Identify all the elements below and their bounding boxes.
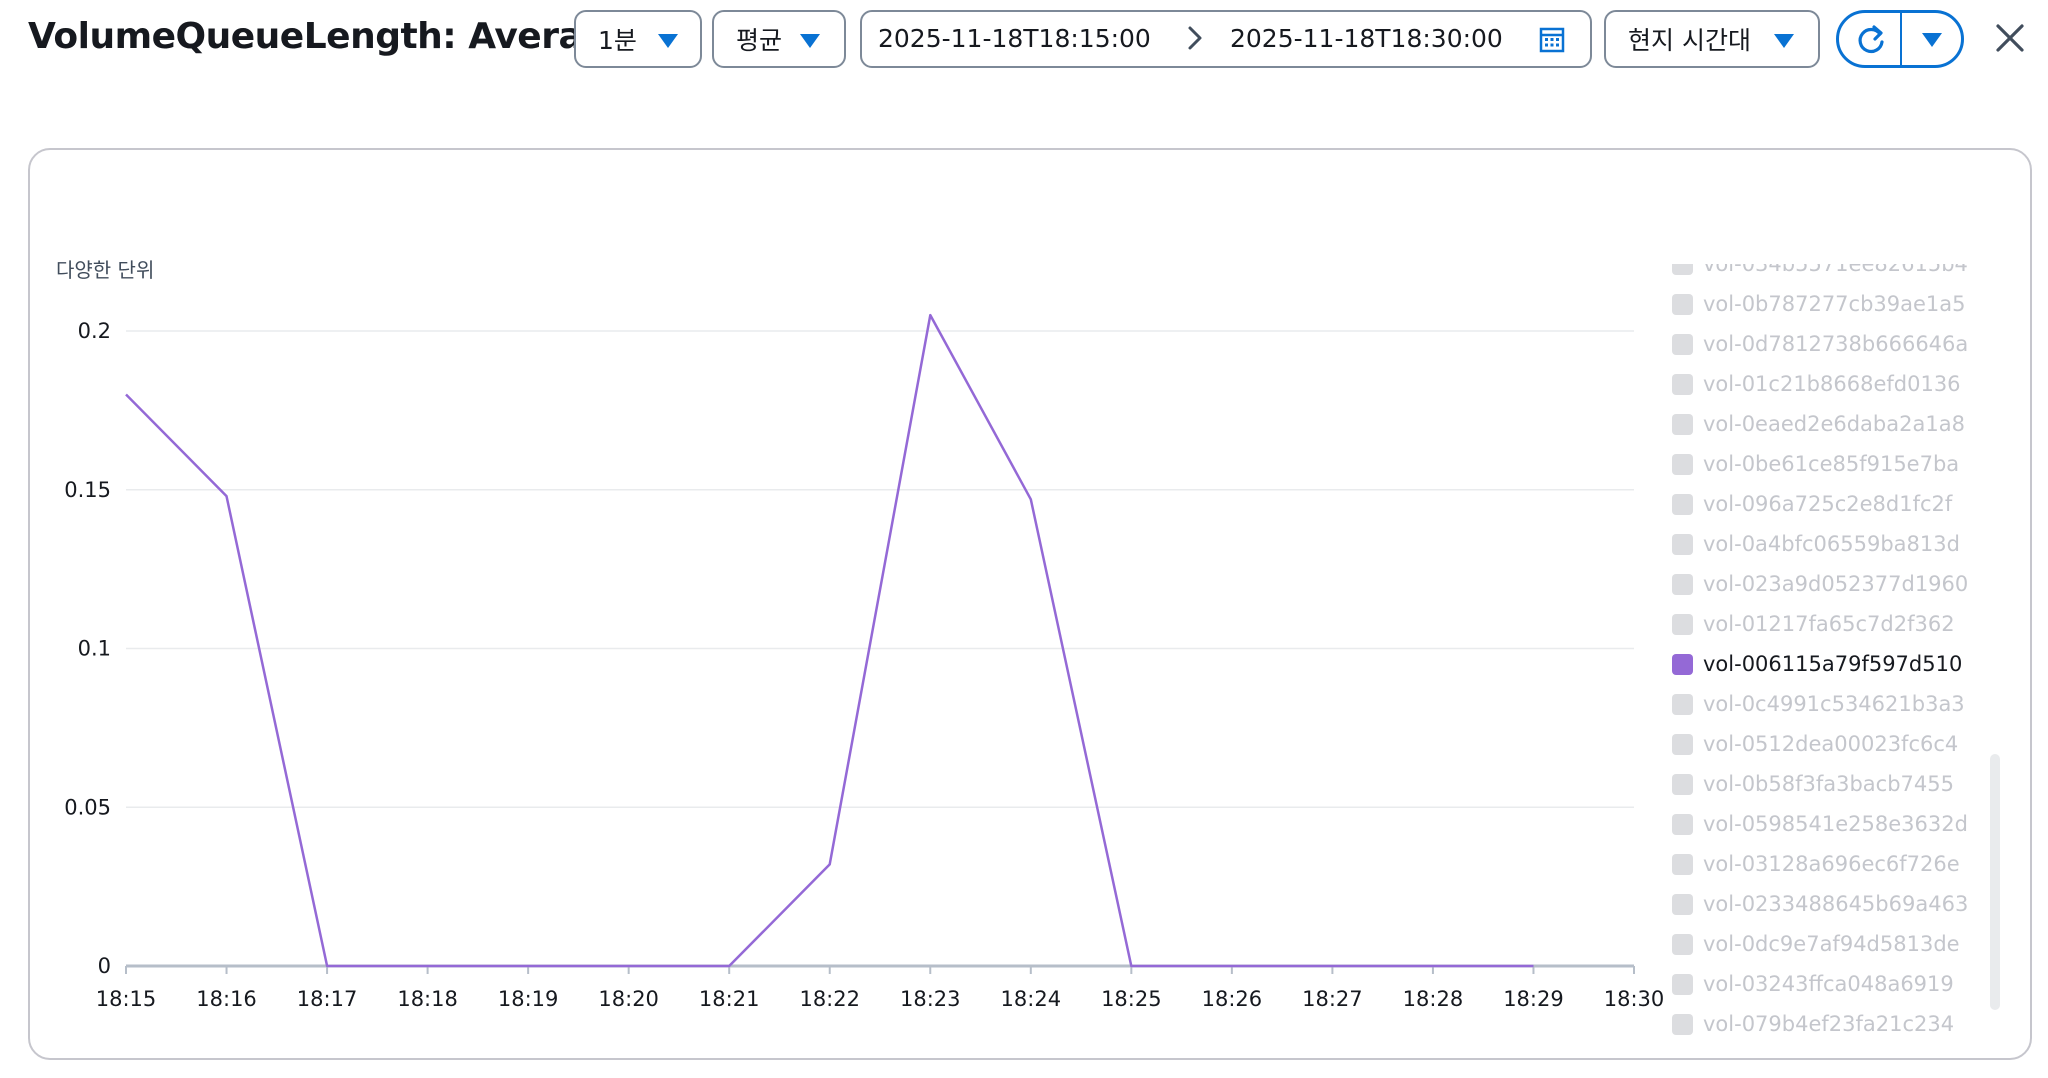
legend-label: vol-034b5571ee82615b4 <box>1703 264 1968 276</box>
legend-swatch <box>1672 453 1693 475</box>
legend-swatch <box>1672 653 1693 675</box>
legend-label: vol-01217fa65c7d2f362 <box>1703 612 1955 636</box>
legend-label: vol-0dc9e7af94d5813de <box>1703 932 1960 956</box>
legend-item[interactable]: vol-03128a696ec6f726e <box>1672 849 1960 879</box>
legend-item[interactable]: vol-034b5571ee82615b4 <box>1672 264 1968 279</box>
legend-item[interactable]: vol-0233488645b69a463 <box>1672 889 1968 919</box>
legend-label: vol-0b787277cb39ae1a5 <box>1703 292 1966 316</box>
x-tick-label: 18:16 <box>196 987 257 1011</box>
legend-swatch <box>1672 333 1693 355</box>
legend-item[interactable]: vol-006115a79f597d510 <box>1672 649 1962 679</box>
x-tick-label: 18:19 <box>498 987 559 1011</box>
legend-swatch <box>1672 973 1693 995</box>
legend-label: vol-0eaed2e6daba2a1a8 <box>1703 412 1965 436</box>
x-tick-label: 18:25 <box>1101 987 1162 1011</box>
legend-label: vol-0d7812738b666646a <box>1703 332 1969 356</box>
legend-label: vol-0c4991c534621b3a3 <box>1703 692 1965 716</box>
legend-item[interactable]: vol-0512dea00023fc6c4 <box>1672 729 1958 759</box>
legend-label: vol-079b4ef23fa21c234 <box>1703 1012 1955 1036</box>
legend-item[interactable]: vol-03243ffca048a6919 <box>1672 969 1954 999</box>
legend-label: vol-0b58f3fa3bacb7455 <box>1703 772 1954 796</box>
legend-label: vol-023a9d052377d1960 <box>1703 572 1969 596</box>
legend-swatch <box>1672 613 1693 635</box>
legend-swatch <box>1672 933 1693 955</box>
y-tick-label: 0.2 <box>78 319 111 343</box>
legend-scrollbar[interactable] <box>1990 754 2000 1010</box>
legend-item[interactable]: vol-096a725c2e8d1fc2f <box>1672 489 1952 519</box>
legend-item[interactable]: vol-01c21b8668efd0136 <box>1672 369 1961 399</box>
legend-swatch <box>1672 813 1693 835</box>
legend-label: vol-01c21b8668efd0136 <box>1703 372 1961 396</box>
y-tick-label: 0.1 <box>78 637 111 661</box>
x-tick-label: 18:26 <box>1202 987 1263 1011</box>
legend-swatch <box>1672 413 1693 435</box>
legend-item[interactable]: vol-0c4991c534621b3a3 <box>1672 689 1965 719</box>
x-tick-label: 18:21 <box>699 987 760 1011</box>
legend-item[interactable]: vol-0dc9e7af94d5813de <box>1672 929 1960 959</box>
legend-swatch <box>1672 293 1693 315</box>
legend-item[interactable]: vol-0a4bfc06559ba813d <box>1672 529 1960 559</box>
x-tick-label: 18:18 <box>397 987 458 1011</box>
legend-item[interactable]: vol-0b58f3fa3bacb7455 <box>1672 769 1954 799</box>
legend-swatch <box>1672 373 1693 395</box>
legend-label: vol-03243ffca048a6919 <box>1703 972 1954 996</box>
legend-label: vol-096a725c2e8d1fc2f <box>1703 492 1953 516</box>
legend-label: vol-0512dea00023fc6c4 <box>1703 732 1959 756</box>
legend-label: vol-0598541e258e3632d <box>1703 812 1968 836</box>
legend-swatch <box>1672 773 1693 795</box>
x-tick-label: 18:22 <box>799 987 860 1011</box>
legend-swatch <box>1672 893 1693 915</box>
legend-item[interactable]: vol-0eaed2e6daba2a1a8 <box>1672 409 1965 439</box>
legend-label: vol-0a4bfc06559ba813d <box>1703 532 1960 556</box>
legend-item[interactable]: vol-0b787277cb39ae1a5 <box>1672 289 1966 319</box>
legend-label: vol-0233488645b69a463 <box>1703 892 1969 916</box>
legend-label: vol-03128a696ec6f726e <box>1703 852 1960 876</box>
legend-item[interactable]: vol-0d7812738b666646a <box>1672 329 1968 359</box>
legend-item[interactable]: vol-079b4ef23fa21c234 <box>1672 1009 1954 1039</box>
legend-swatch <box>1672 853 1693 875</box>
legend-swatch <box>1672 733 1693 755</box>
x-tick-label: 18:27 <box>1302 987 1363 1011</box>
legend-item[interactable]: vol-0598541e258e3632d <box>1672 809 1968 839</box>
series-line <box>125 313 1534 968</box>
x-tick-label: 18:24 <box>1001 987 1062 1011</box>
y-tick-label: 0 <box>98 954 111 978</box>
legend-item[interactable]: vol-0be61ce85f915e7ba <box>1672 449 1959 479</box>
legend-item[interactable]: vol-023a9d052377d1960 <box>1672 569 1968 599</box>
y-tick-label: 0.15 <box>64 478 111 502</box>
y-tick-label: 0.05 <box>64 795 111 819</box>
legend-swatch <box>1672 533 1693 555</box>
x-tick-label: 18:15 <box>96 987 157 1011</box>
legend-item[interactable]: vol-01217fa65c7d2f362 <box>1672 609 1955 639</box>
x-tick-label: 18:28 <box>1403 987 1464 1011</box>
x-tick-label: 18:20 <box>598 987 659 1011</box>
legend-swatch <box>1672 693 1693 715</box>
legend-swatch <box>1672 1013 1693 1035</box>
legend-swatch <box>1672 493 1693 515</box>
legend-label: vol-0be61ce85f915e7ba <box>1703 452 1960 476</box>
x-tick-label: 18:29 <box>1503 987 1564 1011</box>
x-tick-label: 18:23 <box>900 987 961 1011</box>
x-tick-label: 18:17 <box>297 987 358 1011</box>
legend-swatch <box>1672 264 1693 275</box>
x-tick-label: 18:30 <box>1604 987 1665 1011</box>
legend-label: vol-006115a79f597d510 <box>1703 652 1963 676</box>
legend-swatch <box>1672 573 1693 595</box>
legend: vol-034b5571ee82615b4 vol-0b787277cb39ae1… <box>1672 264 2002 1040</box>
